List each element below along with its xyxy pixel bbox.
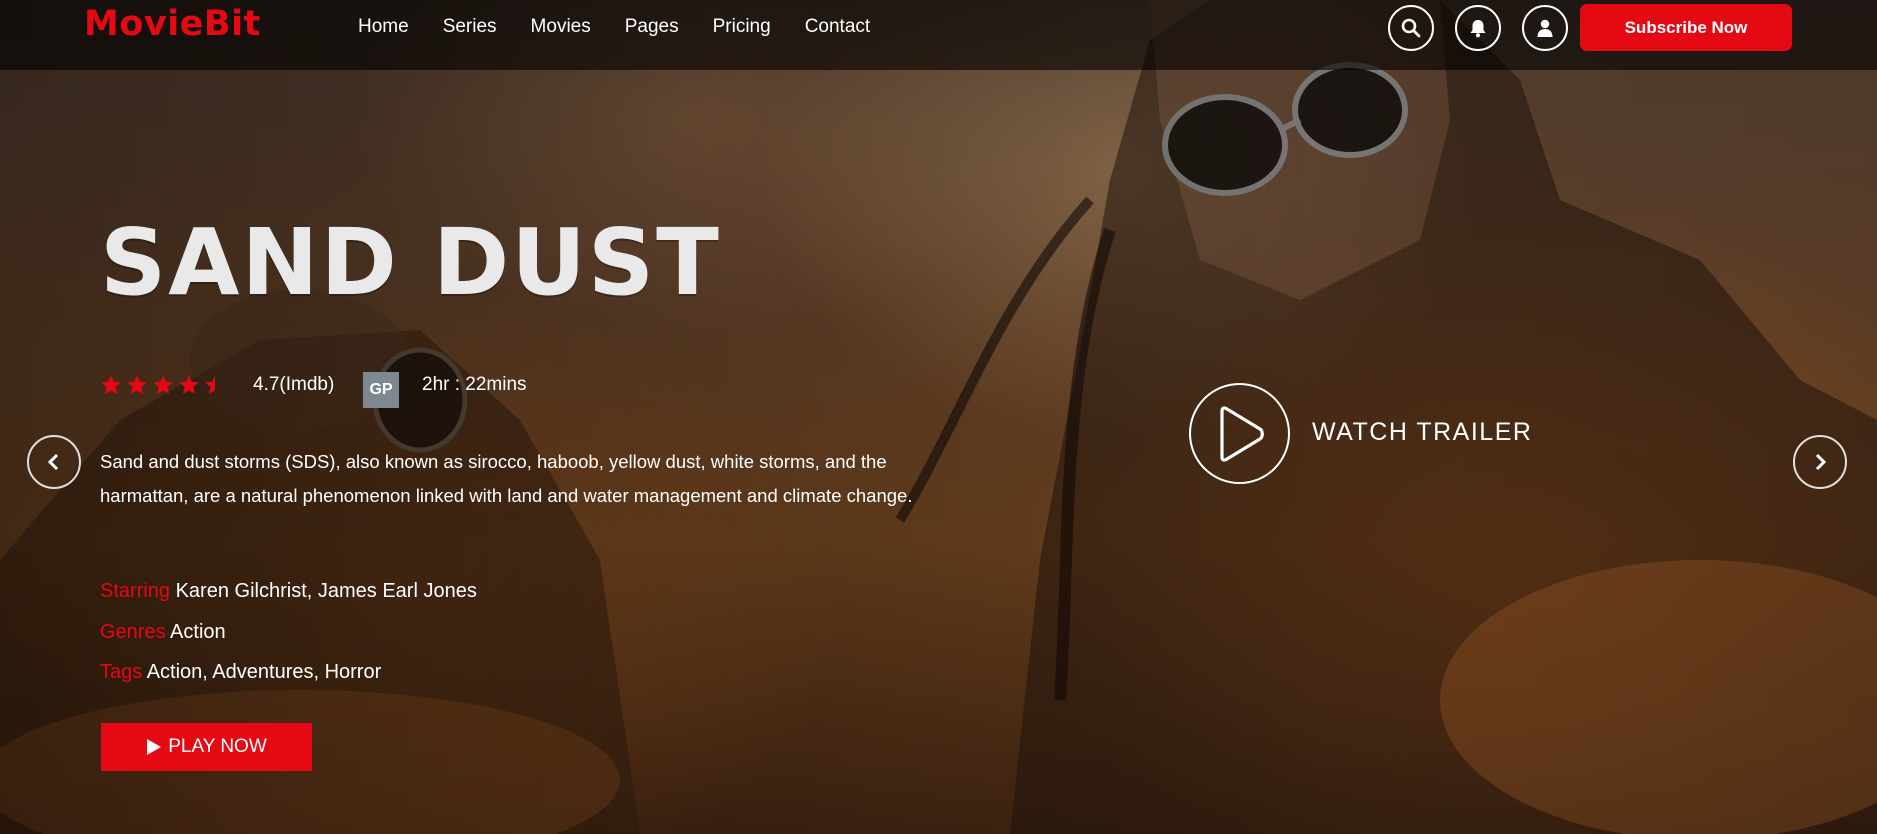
starring-value: Karen Gilchrist, James Earl Jones: [175, 580, 477, 602]
starring-row: Starring Karen Gilchrist, James Earl Jon…: [100, 580, 477, 603]
search-button[interactable]: [1388, 5, 1434, 51]
nav-movies[interactable]: Movies: [531, 15, 591, 39]
play-outline-icon: [1219, 405, 1264, 462]
star-rating: [100, 374, 226, 396]
search-icon: [1401, 18, 1421, 38]
star-half-icon: [205, 375, 215, 394]
chevron-right-icon: [1815, 453, 1827, 471]
rating-row: 4.7(Imdb) GP 2hr : 22mins: [100, 372, 580, 408]
account-button[interactable]: [1522, 5, 1568, 51]
hero-overlay: [0, 0, 1877, 834]
star-icon: [101, 375, 121, 394]
subscribe-button[interactable]: Subscribe Now: [1580, 4, 1792, 51]
bell-icon: [1470, 20, 1486, 38]
nav-contact[interactable]: Contact: [805, 15, 870, 39]
nav-pricing[interactable]: Pricing: [713, 15, 771, 39]
star-icon: [153, 375, 173, 394]
site-header: MovieBit Home Series Movies Pages Pricin…: [0, 0, 1877, 70]
age-rating-badge: GP: [363, 372, 399, 408]
nav-home[interactable]: Home: [358, 15, 409, 39]
starring-label: Starring: [100, 580, 171, 602]
nav-series[interactable]: Series: [443, 15, 497, 39]
slider-prev-button[interactable]: [27, 435, 81, 489]
chevron-left-icon: [47, 453, 59, 471]
genres-row: Genres Action: [100, 621, 226, 644]
tags-row: Tags Action, Adventures, Horror: [100, 661, 381, 684]
play-icon: [147, 739, 162, 755]
brand-logo[interactable]: MovieBit: [84, 4, 261, 44]
tags-value: Action, Adventures, Horror: [146, 661, 382, 683]
user-icon: [1537, 19, 1553, 37]
genres-value: Action: [170, 621, 226, 643]
movie-duration: 2hr : 22mins: [422, 374, 527, 395]
movie-title: SAND DUST: [100, 209, 721, 316]
play-now-button[interactable]: PLAY NOW: [101, 723, 312, 771]
watch-trailer-button[interactable]: [1189, 383, 1290, 484]
imdb-rating: 4.7(Imdb): [253, 374, 335, 395]
star-icon: [127, 375, 147, 394]
nav-pages[interactable]: Pages: [625, 15, 679, 39]
main-nav: Home Series Movies Pages Pricing Contact: [358, 15, 904, 39]
genres-label: Genres: [100, 621, 166, 643]
tags-label: Tags: [100, 661, 143, 683]
watch-trailer-label[interactable]: WATCH TRAILER: [1312, 418, 1532, 447]
star-icon: [179, 375, 199, 394]
notifications-button[interactable]: [1455, 5, 1501, 51]
movie-description: Sand and dust storms (SDS), also known a…: [100, 451, 913, 506]
play-now-label: PLAY NOW: [168, 736, 267, 757]
slider-next-button[interactable]: [1793, 435, 1847, 489]
